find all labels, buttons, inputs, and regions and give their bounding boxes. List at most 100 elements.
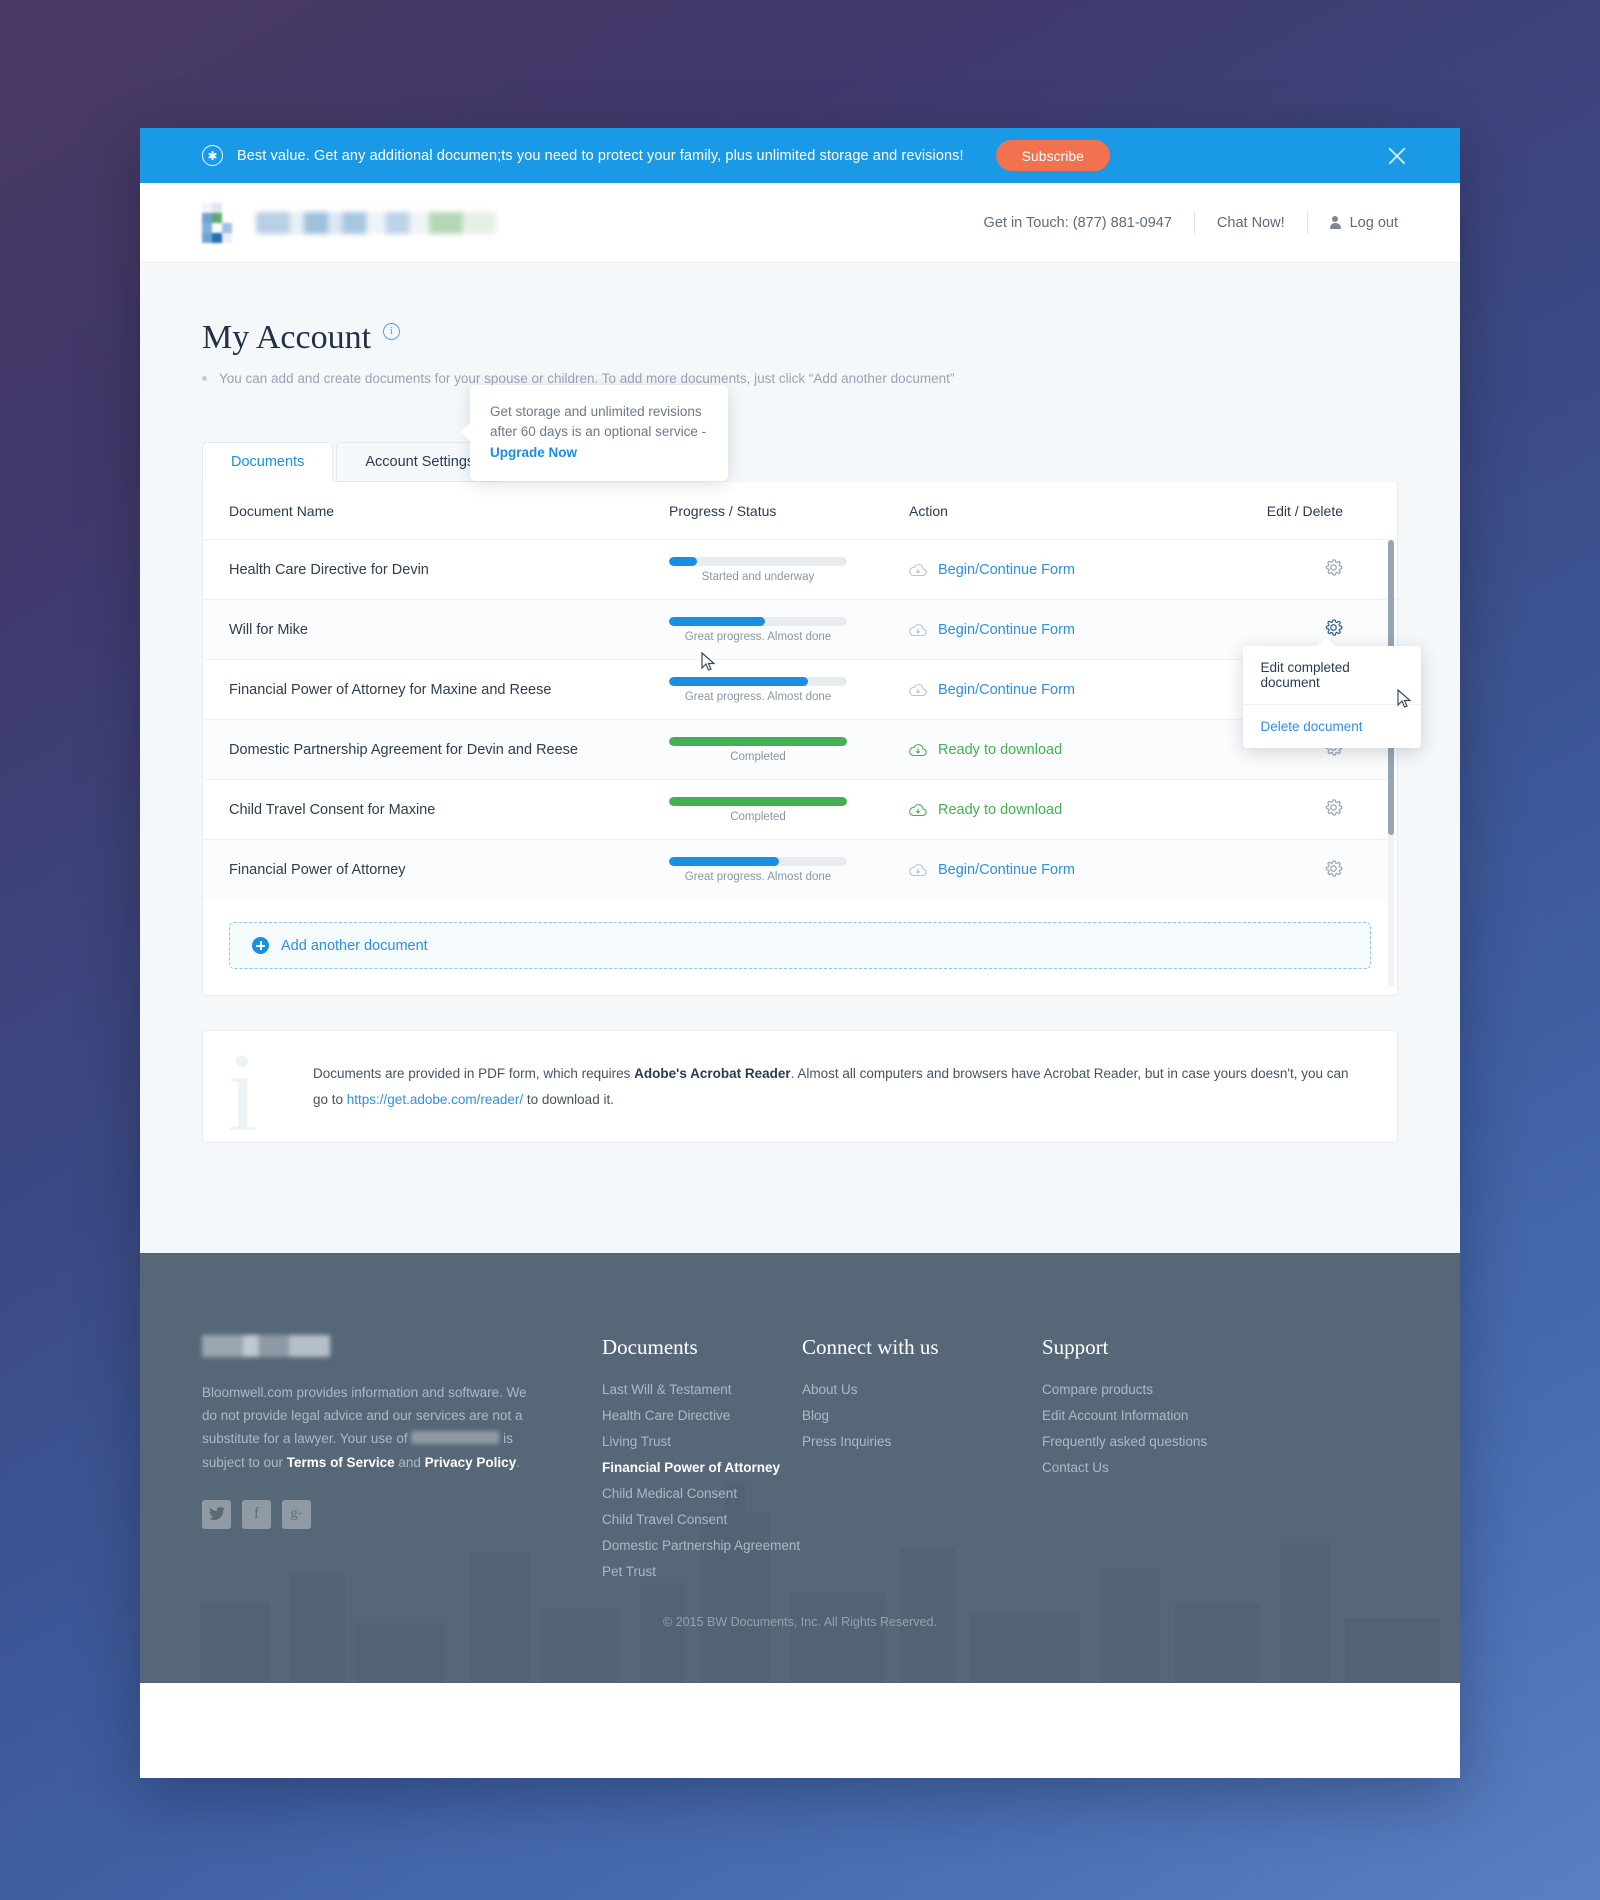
privacy-policy-link[interactable]: Privacy Policy: [425, 1455, 517, 1470]
footer-about-text: Bloomwell.com provides information and s…: [202, 1381, 532, 1474]
footer-link[interactable]: Financial Power of Attorney: [602, 1460, 802, 1475]
footer-link[interactable]: Compare products: [1042, 1382, 1282, 1397]
progress-fill: [669, 616, 766, 626]
cloud-download-icon: [909, 683, 927, 697]
site-logo[interactable]: [202, 202, 496, 243]
progress-bar: Completed: [669, 736, 847, 763]
terms-of-service-link[interactable]: Terms of Service: [287, 1455, 395, 1470]
progress-status-label: Great progress. Almost done: [684, 630, 832, 643]
footer-link[interactable]: Frequently asked questions: [1042, 1434, 1282, 1449]
plus-icon: [252, 937, 269, 954]
document-name-cell: Health Care Directive for Devin: [229, 561, 429, 578]
footer-link[interactable]: Edit Account Information: [1042, 1408, 1282, 1423]
google-plus-icon[interactable]: g +: [282, 1499, 311, 1529]
progress-cell: Great progress. Almost done: [669, 616, 909, 671]
footer-link[interactable]: Child Medical Consent: [602, 1486, 802, 1501]
gear-icon[interactable]: [1324, 859, 1343, 878]
gear-icon[interactable]: [1324, 618, 1343, 637]
progress-track: [669, 796, 847, 806]
footer-link[interactable]: Press Inquiries: [802, 1434, 1042, 1449]
subscribe-button[interactable]: Subscribe: [995, 140, 1110, 171]
cloud-download-icon: [909, 623, 927, 637]
progress-fill: [669, 676, 808, 686]
close-icon[interactable]: [1386, 145, 1408, 167]
action-cell: Ready to download: [909, 742, 1139, 758]
add-document-row: Add another document: [203, 900, 1397, 995]
progress-fill: [669, 796, 847, 806]
gear-icon[interactable]: [1324, 798, 1343, 817]
action-link[interactable]: Begin/Continue Form: [938, 562, 1075, 578]
footer-links-support: Compare products Edit Account Information…: [1042, 1382, 1282, 1475]
edit-delete-cell: [1139, 558, 1371, 581]
column-header-progress: Progress / Status: [669, 502, 777, 519]
footer-link[interactable]: Pet Trust: [602, 1564, 802, 1579]
footer-link[interactable]: Child Travel Consent: [602, 1512, 802, 1527]
footer-link[interactable]: Contact Us: [1042, 1460, 1282, 1475]
upgrade-now-link[interactable]: Upgrade Now: [490, 445, 577, 460]
action-link[interactable]: Begin/Continue Form: [938, 862, 1075, 878]
table-row: Health Care Directive for Devin Started a…: [203, 540, 1397, 600]
document-context-menu: Edit completed document Delete document: [1242, 638, 1421, 748]
gear-icon[interactable]: [1324, 558, 1343, 577]
cloud-download-icon: [909, 563, 927, 577]
pdf-note-part3: to download it.: [523, 1091, 614, 1107]
action-cell: Ready to download: [909, 802, 1139, 818]
table-row: Will for Mike Great progress. Almost done…: [203, 600, 1397, 671]
action-cell: Begin/Continue Form: [909, 682, 1139, 698]
footer-heading-connect: Connect with us: [802, 1335, 939, 1359]
chat-now-link[interactable]: Chat Now!: [1217, 215, 1285, 231]
footer-link[interactable]: Domestic Partnership Agreement: [602, 1538, 802, 1553]
footer-link[interactable]: About Us: [802, 1382, 1042, 1397]
divider: [1306, 211, 1308, 234]
footer-links-documents: Last Will & Testament Health Care Directi…: [602, 1382, 802, 1579]
header-utility-nav: Get in Touch: (877) 881-0947 Chat Now! L…: [984, 211, 1398, 234]
cloud-download-icon: [909, 863, 927, 877]
tab-documents[interactable]: Documents: [202, 442, 334, 482]
progress-status-label: Completed: [730, 750, 786, 763]
footer-link[interactable]: Last Will & Testament: [602, 1382, 802, 1397]
adobe-reader-link[interactable]: https://get.adobe.com/reader/: [347, 1092, 523, 1107]
footer-link[interactable]: Blog: [802, 1408, 1042, 1423]
action-link[interactable]: Ready to download: [938, 802, 1062, 818]
progress-track: [669, 556, 847, 566]
info-letter-icon: i: [227, 1031, 259, 1144]
promo-banner: ✱ Best value. Get any additional documen…: [140, 128, 1460, 183]
document-name-cell: Financial Power of Attorney: [229, 862, 406, 878]
action-link[interactable]: Begin/Continue Form: [938, 682, 1075, 698]
pdf-note-bold: Adobe's Acrobat Reader: [634, 1066, 791, 1081]
promo-text: Best value. Get any additional documen;t…: [237, 147, 964, 164]
column-header-document-name: Document Name: [229, 502, 335, 519]
footer-link[interactable]: Living Trust: [602, 1434, 802, 1449]
page-title: My Account: [202, 319, 372, 356]
edit-delete-cell: [1139, 618, 1371, 641]
site-footer: Bloomwell.com provides information and s…: [140, 1253, 1460, 1683]
progress-fill: [669, 857, 780, 866]
info-icon[interactable]: i: [383, 323, 401, 341]
progress-status-label: Started and underway: [701, 570, 815, 583]
logout-link[interactable]: Log out: [1329, 215, 1398, 231]
progress-fill: [669, 556, 698, 566]
logo-wordmark: [256, 211, 496, 234]
add-another-document-button[interactable]: Add another document: [229, 922, 1371, 969]
person-icon: [1329, 215, 1341, 229]
document-name-cell: Domestic Partnership Agreement for Devin…: [229, 741, 578, 758]
twitter-icon[interactable]: [202, 1499, 231, 1529]
bullet-icon: [202, 376, 207, 381]
pdf-info-box: i Documents are provided in PDF form, wh…: [202, 1030, 1398, 1144]
page-note: You can add and create documents for you…: [202, 371, 1398, 386]
social-links: f g +: [202, 1499, 602, 1529]
logo-mark-icon: [202, 202, 242, 243]
footer-columns: Bloomwell.com provides information and s…: [202, 1335, 1398, 1590]
copyright-text: © 2015 BW Documents, Inc. All Rights Res…: [663, 1615, 937, 1629]
action-link[interactable]: Ready to download: [938, 742, 1062, 758]
facebook-icon[interactable]: f: [242, 1499, 271, 1529]
action-cell: Begin/Continue Form: [909, 862, 1139, 878]
browser-page-card: ✱ Best value. Get any additional documen…: [140, 128, 1460, 1778]
footer-column-support: Support Compare products Edit Account Inf…: [1042, 1335, 1282, 1590]
progress-status-label: Great progress. Almost done: [684, 871, 832, 883]
add-another-document-label: Add another document: [281, 937, 428, 954]
action-link[interactable]: Begin/Continue Form: [938, 622, 1075, 638]
contact-phone[interactable]: Get in Touch: (877) 881-0947: [984, 215, 1172, 231]
footer-column-documents: Documents Last Will & Testament Health Ca…: [602, 1335, 802, 1590]
footer-link[interactable]: Health Care Directive: [602, 1408, 802, 1423]
